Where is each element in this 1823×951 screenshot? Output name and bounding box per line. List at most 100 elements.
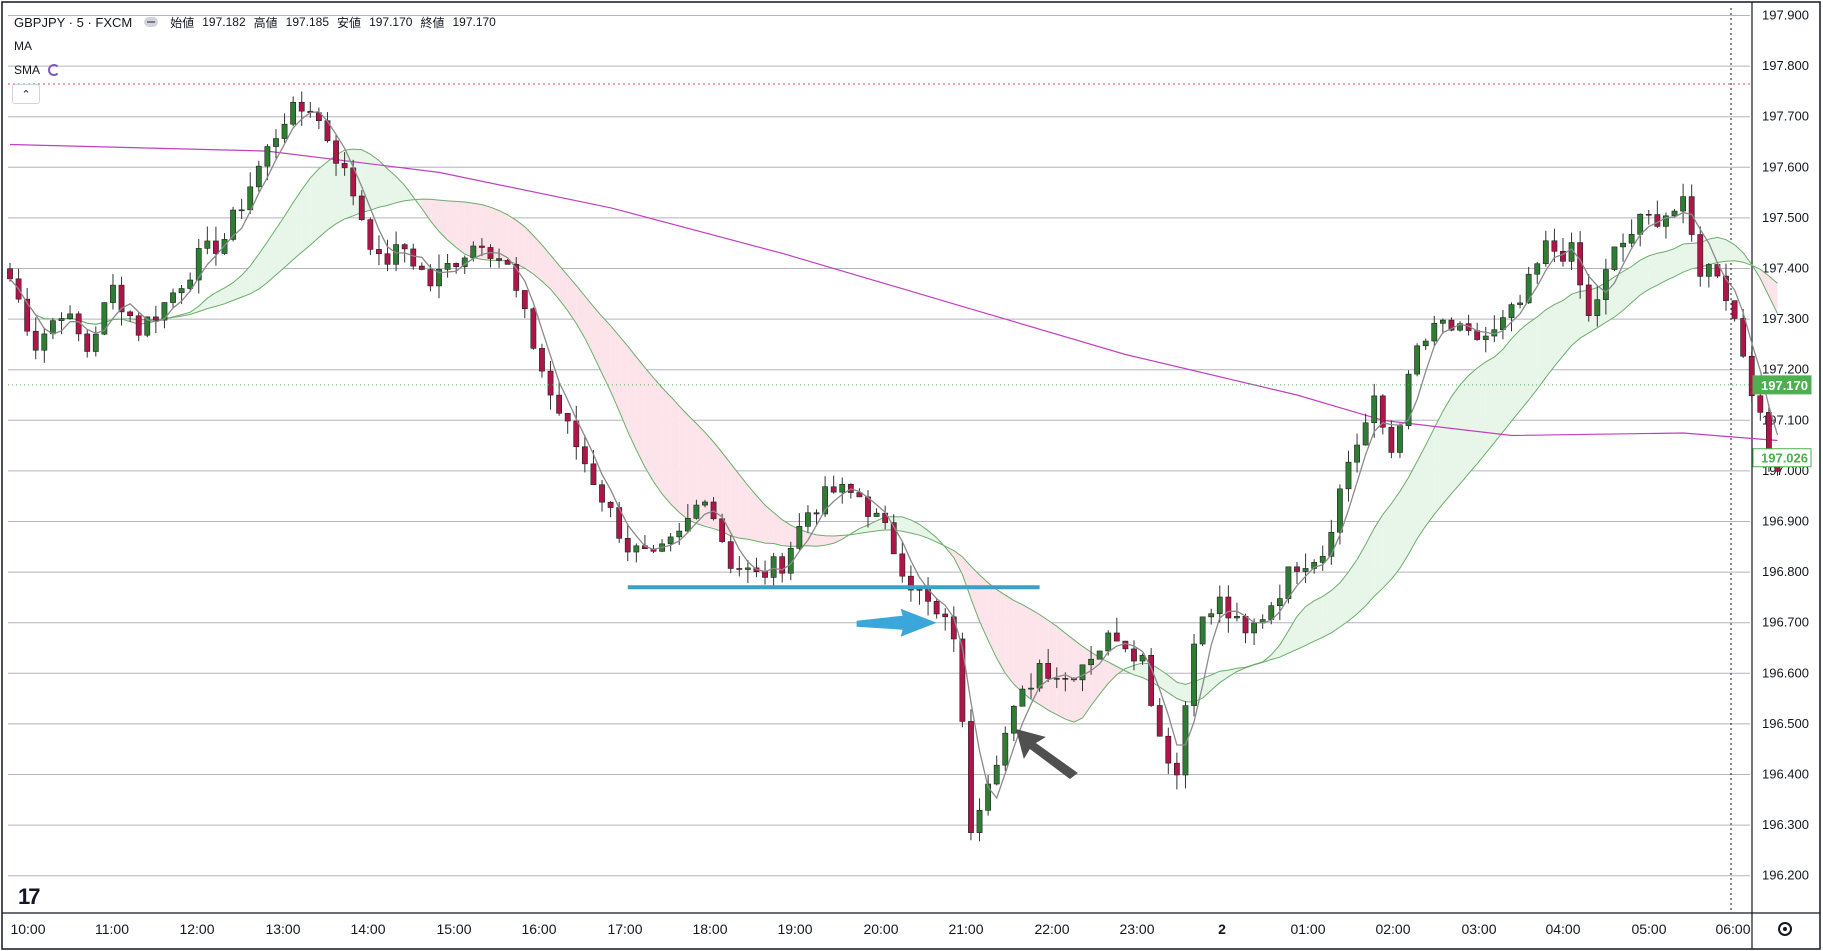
time-tick-label: 22:00 [1034,921,1069,937]
candle-bull [1397,425,1403,453]
time-tick-label: 17:00 [607,921,642,937]
sma-indicator-row[interactable]: SMA [14,58,504,82]
time-tick-label: 18:00 [692,921,727,937]
ma-band-segment [662,387,671,505]
ma-band-segment [1382,503,1392,589]
high-label: 高値 [253,15,278,30]
candle-bull [693,504,700,519]
time-tick-label: 12:00 [179,921,214,937]
ma-band-segment [327,155,337,230]
candle-bull [1508,304,1515,318]
candle-bull [1053,678,1060,680]
candle-bear [135,315,142,336]
candle-bear [539,348,545,372]
symbol-title[interactable]: GBPJPY · 5 · FXCM [14,15,132,30]
visibility-toggle-icon[interactable] [144,17,159,27]
time-tick-label: 04:00 [1545,921,1580,937]
ma-band-segment [310,168,319,246]
candle-bear [1122,640,1129,650]
candle-bear [298,101,305,112]
ma-band-segment [1348,559,1358,621]
candle-bear [727,541,734,569]
candle-bear [418,265,425,270]
ma-band-segment [516,220,525,269]
candle-bull [1671,210,1678,217]
candle-bull [1010,705,1017,734]
time-tick-label: 01:00 [1290,921,1325,937]
candle-bear [762,571,768,578]
ma-band-segment [653,377,663,494]
candle-bear [358,195,365,220]
candle-bear [1165,735,1172,764]
chart-frame: 197.900 197.800 197.700 197.600 197.500 197.4… [0,0,1823,951]
ma-band-segment [1339,571,1349,628]
ma-band-segment [1073,639,1083,723]
candle-bear [547,370,554,396]
ma-band-segment [1537,309,1546,390]
candle-bear [152,316,159,321]
tradingview-logo-icon[interactable]: 17 [18,884,41,910]
ma-band-segment [1674,243,1684,277]
ma-band-segment [756,495,766,544]
candle-bull [676,530,683,538]
candle-bull [770,556,777,578]
candle-bear [1294,566,1300,572]
ma-band-segment [533,235,542,282]
chart-legend: GBPJPY · 5 · FXCM 始値 197.182 高値 197.185 安値… [14,10,504,82]
price-tick-label: 196.200 [1762,868,1809,883]
candle-bull [667,536,674,545]
candle-bear [719,518,726,542]
candle-bull [1628,234,1635,244]
candle-bear [1388,426,1395,453]
candle-bull [1542,240,1549,265]
candle-bull [1208,613,1215,618]
candle-bear [410,248,417,267]
ma-band-segment [670,396,680,513]
candle-bear [530,308,537,349]
ma-band-segment [1485,357,1495,454]
candle-bull [744,567,751,570]
ma-band-segment [456,201,465,254]
candle-bear [7,268,13,280]
time-tick-label: 02:00 [1375,921,1410,937]
ma-indicator-label[interactable]: MA [14,34,504,58]
price-tick-label: 196.400 [1762,767,1809,782]
candle-bull [1431,323,1438,342]
ma-band-segment [1297,606,1306,650]
ma-band-segment [258,241,268,290]
candle-bear [1654,214,1661,227]
ma-band-segment [1734,244,1744,263]
candle-bull [470,245,477,259]
ma-band-segment [782,519,791,547]
ma-band-segment [1520,322,1529,411]
candle-bear [341,163,348,169]
candle-bear [1225,596,1232,619]
fast-sma-line [9,111,1779,800]
candle-bear [376,249,382,255]
candle-bull [1019,688,1026,707]
ma-band-segment [1039,614,1049,711]
candle-bull [1199,616,1206,645]
ma-band-segment [1511,329,1521,422]
settings-icon[interactable] [1778,922,1792,936]
ma-band-segment [1056,626,1066,720]
ma-band-segment [816,534,826,547]
time-tick-label: 16:00 [521,921,556,937]
candle-bear [830,486,837,493]
close-label: 終値 [420,15,445,30]
candle-bull [444,263,451,270]
ma-band-segment [636,356,645,468]
candle-bear [573,420,580,448]
candle-bull [702,501,708,506]
candle-bull [1079,664,1086,681]
candle-bull [1319,556,1326,563]
ma-band-segment [1305,600,1315,646]
refresh-icon[interactable] [48,64,61,76]
candle-bear [453,263,460,267]
collapse-legend-button[interactable]: ⌃ [12,84,40,104]
candle-bull [1345,461,1352,490]
low-value: 197.170 [369,15,413,29]
candle-bull [1637,213,1644,235]
time-tick-label: 23:00 [1119,921,1154,937]
chart-canvas[interactable]: 197.900 197.800 197.700 197.600 197.500 197.4… [0,0,1823,951]
